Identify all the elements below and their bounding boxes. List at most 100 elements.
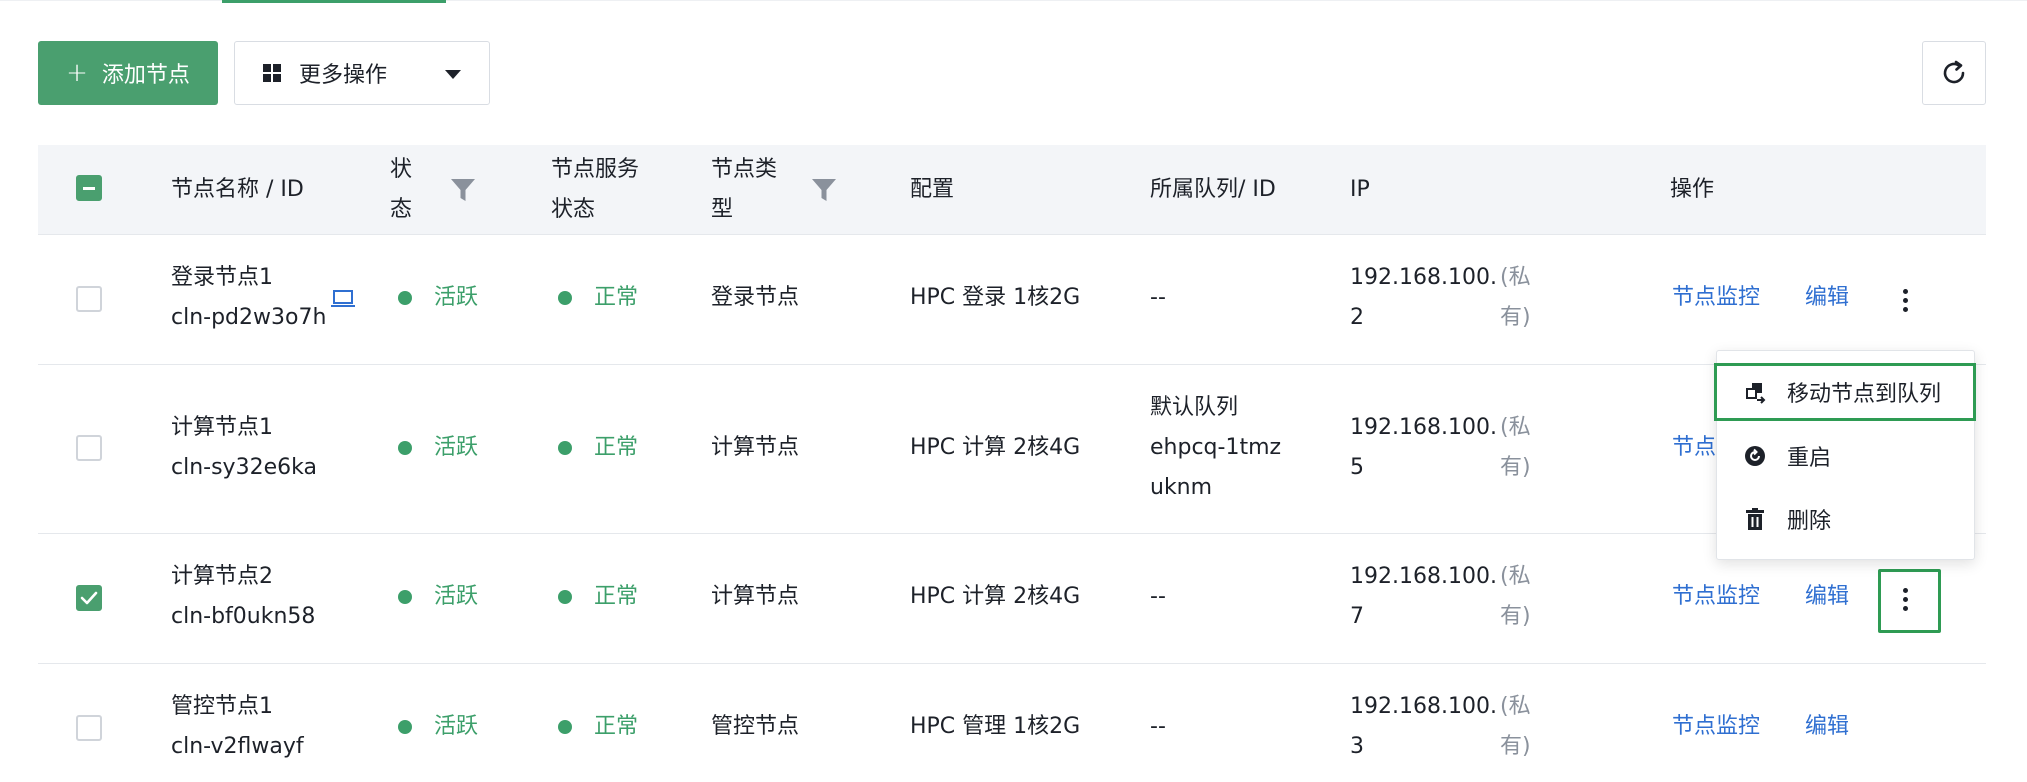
menu-item-label: 移动节点到队列 — [1787, 382, 1942, 407]
active-tab-indicator — [222, 0, 446, 3]
service-status-badge: 正常 — [558, 707, 638, 747]
node-id: cln-bf0ukn58 — [171, 604, 316, 629]
row-checkbox[interactable] — [76, 435, 102, 461]
ip-private-tag-line1: (私 — [1500, 564, 1531, 589]
node-ip-line1: 192.168.100. — [1350, 415, 1497, 440]
node-monitor-link[interactable]: 节点监控 — [1672, 577, 1760, 617]
header-service-line2: 状态 — [551, 197, 596, 222]
header-name: 节点名称 / ID — [171, 177, 304, 202]
refresh-button[interactable] — [1922, 41, 1986, 105]
node-ip-line2: 2 — [1350, 305, 1364, 330]
node-name[interactable]: 登录节点1 — [171, 258, 273, 298]
row-actions-menu: 移动节点到队列 重启 删除 — [1714, 350, 1976, 560]
node-queue: -- — [1150, 584, 1166, 609]
node-ip-line1: 192.168.100. — [1350, 265, 1497, 290]
header-type-line2: 型 — [711, 197, 734, 222]
edit-link[interactable]: 编辑 — [1805, 707, 1849, 747]
header-status-line2: 态 — [390, 197, 413, 222]
menu-item-delete[interactable]: 删除 — [1717, 489, 1974, 549]
select-all-checkbox[interactable] — [76, 175, 102, 201]
queue-id-line2: uknm — [1150, 475, 1213, 500]
status-badge: 活跃 — [398, 577, 478, 617]
service-status-badge: 正常 — [558, 278, 638, 318]
node-ip-line2: 7 — [1350, 604, 1364, 629]
node-type: 登录节点 — [711, 285, 800, 310]
more-options-icon[interactable] — [1902, 289, 1908, 312]
add-node-label: 添加节点 — [101, 63, 190, 88]
menu-item-move-to-queue[interactable]: 移动节点到队列 — [1714, 363, 1976, 421]
more-actions-dropdown[interactable]: 更多操作 — [234, 41, 490, 105]
node-monitor-link[interactable]: 节点监控 — [1672, 707, 1760, 747]
queue-id-line1: ehpcq-1tmz — [1150, 435, 1282, 460]
node-config: HPC 管理 1核2G — [910, 714, 1081, 739]
node-config: HPC 计算 2核4G — [910, 584, 1081, 609]
ip-private-tag-line2: 有) — [1500, 734, 1531, 759]
node-name[interactable]: 计算节点2 — [171, 557, 273, 597]
laptop-icon[interactable] — [331, 289, 355, 309]
header-config: 配置 — [910, 177, 955, 202]
node-id: cln-pd2w3o7h — [171, 305, 327, 330]
ip-private-tag-line2: 有) — [1500, 455, 1531, 480]
row-checkbox[interactable] — [76, 585, 102, 611]
trash-icon — [1743, 507, 1767, 531]
menu-item-label: 重启 — [1787, 446, 1832, 471]
more-options-highlight — [1878, 569, 1941, 633]
ip-private-tag-line2: 有) — [1500, 604, 1531, 629]
type-filter-icon[interactable] — [811, 178, 837, 202]
row-checkbox[interactable] — [76, 715, 102, 741]
edit-link[interactable]: 编辑 — [1805, 577, 1849, 617]
table-row: 管控节点1 cln-v2flwayf 活跃 正常 管控节点 HPC 管理 1核2… — [38, 664, 1986, 782]
row-checkbox[interactable] — [76, 286, 102, 312]
node-id: cln-sy32e6ka — [171, 455, 317, 480]
node-type: 管控节点 — [711, 714, 800, 739]
table-row: 登录节点1 cln-pd2w3o7h 活跃 正常 登录节点 HPC 登录 1核2… — [38, 235, 1986, 365]
restart-icon — [1743, 444, 1767, 468]
node-config: HPC 登录 1核2G — [910, 285, 1081, 310]
grid-icon — [263, 64, 281, 82]
table-row: 计算节点2 cln-bf0ukn58 活跃 正常 计算节点 HPC 计算 2核4… — [38, 534, 1986, 664]
menu-item-label: 删除 — [1787, 509, 1832, 534]
status-badge: 活跃 — [398, 428, 478, 468]
service-status-badge: 正常 — [558, 577, 638, 617]
header-type-line1: 节点类 — [711, 157, 778, 182]
node-queue: -- — [1150, 285, 1166, 310]
header-queue: 所属队列/ ID — [1150, 177, 1276, 202]
status-badge: 活跃 — [398, 707, 478, 747]
node-ip-line2: 5 — [1350, 455, 1364, 480]
node-type: 计算节点 — [711, 584, 800, 609]
node-ip-line1: 192.168.100. — [1350, 564, 1497, 589]
node-ip-line2: 3 — [1350, 734, 1364, 759]
edit-link[interactable]: 编辑 — [1805, 278, 1849, 318]
service-status-badge: 正常 — [558, 428, 638, 468]
ip-private-tag-line2: 有) — [1500, 305, 1531, 330]
plus-icon: + — [66, 58, 88, 88]
header-ip: IP — [1350, 177, 1370, 202]
header-status-line1: 状 — [390, 157, 413, 182]
ip-private-tag-line1: (私 — [1500, 694, 1531, 719]
ip-private-tag-line1: (私 — [1500, 265, 1531, 290]
node-name[interactable]: 计算节点1 — [171, 408, 273, 448]
node-config: HPC 计算 2核4G — [910, 435, 1081, 460]
refresh-icon — [1943, 60, 1965, 84]
table-header: 节点名称 / ID 状 态 节点服务 状态 节点类 型 配置 所属队列/ ID … — [38, 145, 1986, 235]
more-actions-label: 更多操作 — [299, 63, 388, 88]
status-filter-icon[interactable] — [450, 178, 476, 202]
status-badge: 活跃 — [398, 278, 478, 318]
node-monitor-link[interactable]: 节点监控 — [1672, 278, 1760, 318]
node-name[interactable]: 管控节点1 — [171, 687, 273, 727]
move-queue-icon — [1743, 380, 1767, 404]
menu-item-restart[interactable]: 重启 — [1717, 426, 1974, 486]
table-row: 计算节点1 cln-sy32e6ka 活跃 正常 计算节点 HPC 计算 2核4… — [38, 365, 1986, 534]
node-monitor-link[interactable]: 节点 — [1672, 428, 1716, 468]
node-queue: -- — [1150, 714, 1166, 739]
node-id: cln-v2flwayf — [171, 734, 304, 759]
add-node-button[interactable]: + 添加节点 — [38, 41, 218, 105]
node-ip-line1: 192.168.100. — [1350, 694, 1497, 719]
node-queue: 默认队列 — [1150, 395, 1239, 420]
header-actions: 操作 — [1670, 177, 1715, 202]
caret-down-icon — [445, 70, 461, 79]
node-type: 计算节点 — [711, 435, 800, 460]
checkmark-icon — [80, 591, 98, 605]
header-service-line1: 节点服务 — [551, 157, 640, 182]
ip-private-tag-line1: (私 — [1500, 415, 1531, 440]
